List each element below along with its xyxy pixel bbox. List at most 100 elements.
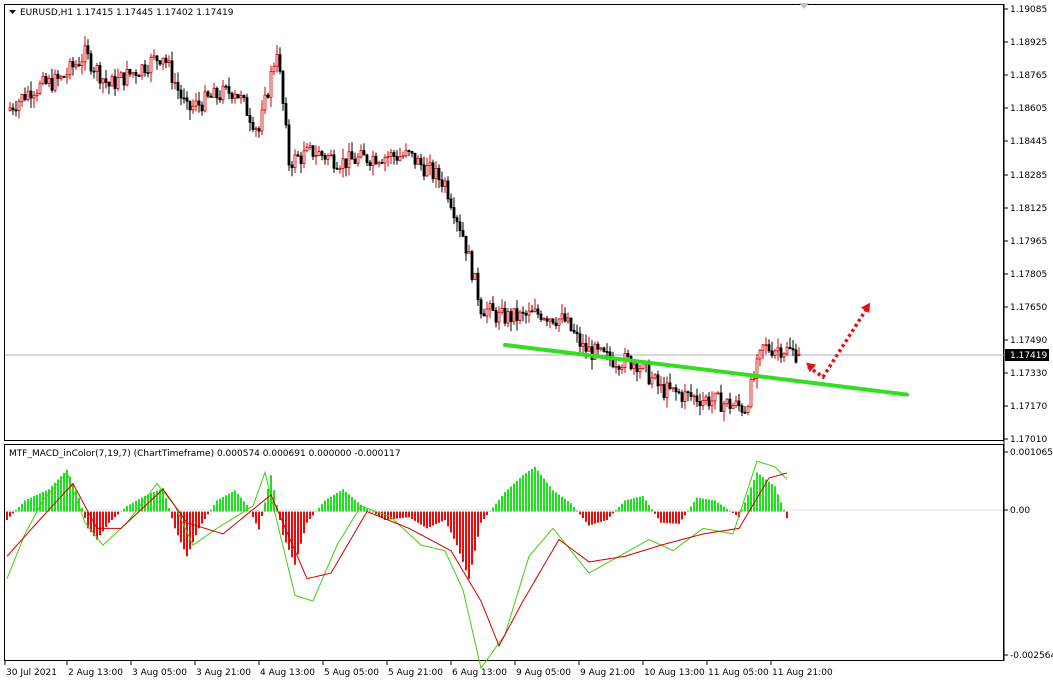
histogram-bar xyxy=(393,512,395,519)
candle xyxy=(288,119,290,171)
histogram-bar xyxy=(420,512,422,525)
price-tick: 1.18765 xyxy=(1004,71,1047,81)
histogram-bar xyxy=(492,507,494,511)
histogram-bar xyxy=(756,472,758,511)
histogram-bar xyxy=(207,512,209,515)
price-tick: 1.17330 xyxy=(1004,369,1047,379)
price-tick-label: 1.18765 xyxy=(1010,71,1047,81)
price-panel-header: EURUSD,H1 1.17415 1.17445 1.17402 1.1741… xyxy=(20,8,234,18)
histogram-bar xyxy=(456,512,458,546)
histogram-bar xyxy=(240,498,242,512)
histogram-bar xyxy=(660,512,662,523)
histogram-bar xyxy=(351,497,353,512)
histogram-bar xyxy=(195,512,197,536)
histogram-bar xyxy=(693,502,695,512)
histogram-bar xyxy=(96,512,98,540)
histogram-bar xyxy=(201,512,203,524)
time-tick-label: 3 Aug 05:00 xyxy=(132,668,187,678)
price-tick-label: 1.17170 xyxy=(1010,402,1047,412)
histogram-bar xyxy=(534,467,536,512)
histogram-bar xyxy=(237,494,239,512)
histogram-bar xyxy=(501,496,503,512)
histogram-bar xyxy=(735,512,737,515)
price-tick: 1.17010 xyxy=(1004,435,1047,445)
candle xyxy=(630,355,632,370)
time-tick-label: 5 Aug 05:00 xyxy=(324,668,379,678)
histogram-bar xyxy=(510,486,512,511)
candle xyxy=(471,250,473,283)
histogram-bar xyxy=(681,512,683,520)
histogram-bar xyxy=(117,512,119,515)
histogram-bar xyxy=(411,512,413,519)
histogram-bar xyxy=(624,500,626,511)
histogram-bar xyxy=(417,512,419,523)
histogram-bar xyxy=(675,512,677,524)
price-tick-label: 1.17490 xyxy=(1010,336,1047,346)
price-tick: 1.18605 xyxy=(1004,104,1047,114)
time-tick-label: 11 Aug 21:00 xyxy=(772,668,833,678)
histogram-bar xyxy=(549,486,551,511)
histogram-bar xyxy=(105,512,107,527)
histogram-bar xyxy=(507,489,509,511)
histogram-bar xyxy=(438,512,440,523)
histogram-bar xyxy=(6,512,8,520)
histogram-bar xyxy=(630,499,632,512)
histogram-bar xyxy=(567,501,569,512)
histogram-bar xyxy=(426,512,428,529)
histogram-bar xyxy=(132,503,134,512)
histogram-bar xyxy=(528,471,530,512)
histogram-bar xyxy=(618,507,620,512)
histogram-bar xyxy=(561,497,563,512)
time-tick-label: 2 Aug 13:00 xyxy=(68,668,123,678)
current-price-label: 1.17419 xyxy=(1010,351,1047,361)
histogram-bar xyxy=(720,505,722,512)
histogram-bar xyxy=(465,512,467,571)
histogram-bar xyxy=(126,506,128,512)
histogram-bar xyxy=(711,500,713,512)
histogram-bar xyxy=(171,512,173,519)
histogram-bar xyxy=(399,512,401,519)
histogram-bar xyxy=(312,512,314,516)
histogram-bar xyxy=(228,494,230,512)
histogram-bar xyxy=(696,498,698,512)
histogram-bar xyxy=(210,510,212,512)
macd-panel-header: MTF_MACD_inColor(7,19,7) (ChartTimeframe… xyxy=(9,449,401,459)
histogram-bar xyxy=(705,499,707,512)
price-tick: 1.17965 xyxy=(1004,237,1047,247)
price-tick: 1.18925 xyxy=(1004,38,1047,48)
histogram-bar xyxy=(189,512,191,550)
histogram-bar xyxy=(564,499,566,512)
chart-window[interactable]: EURUSD,H1 1.17415 1.17445 1.17402 1.1741… xyxy=(0,0,1053,685)
histogram-bar xyxy=(726,509,728,512)
price-tick-label: 1.17010 xyxy=(1010,435,1047,445)
histogram-bar xyxy=(477,512,479,537)
histogram-bar xyxy=(570,503,572,511)
histogram-bar xyxy=(627,500,629,512)
histogram-bar xyxy=(573,507,575,512)
price-tick: 1.17650 xyxy=(1004,303,1047,313)
histogram-bar xyxy=(423,512,425,527)
histogram-bar xyxy=(309,512,311,519)
histogram-bar xyxy=(204,512,206,519)
histogram-bar xyxy=(519,478,521,512)
histogram-bar xyxy=(405,512,407,518)
histogram-bar xyxy=(639,497,641,512)
histogram-bar xyxy=(18,507,20,512)
histogram-bar xyxy=(336,493,338,512)
macd-tick-label: 0.001065 xyxy=(1010,448,1053,458)
histogram-bar xyxy=(243,501,245,511)
histogram-bar xyxy=(219,499,221,512)
histogram-bar xyxy=(429,512,431,527)
histogram-bar xyxy=(672,512,674,524)
chart-canvas[interactable]: EURUSD,H1 1.17415 1.17445 1.17402 1.1741… xyxy=(0,0,1053,685)
histogram-bar xyxy=(537,471,539,512)
histogram-bar xyxy=(168,508,170,511)
histogram-bar xyxy=(558,495,560,512)
candle xyxy=(90,50,92,74)
histogram-bar xyxy=(342,489,344,511)
histogram-bar xyxy=(687,511,689,512)
histogram-bar xyxy=(267,489,269,512)
time-tick-label: 9 Aug 05:00 xyxy=(516,668,571,678)
histogram-bar xyxy=(585,512,587,522)
histogram-bar xyxy=(525,473,527,511)
